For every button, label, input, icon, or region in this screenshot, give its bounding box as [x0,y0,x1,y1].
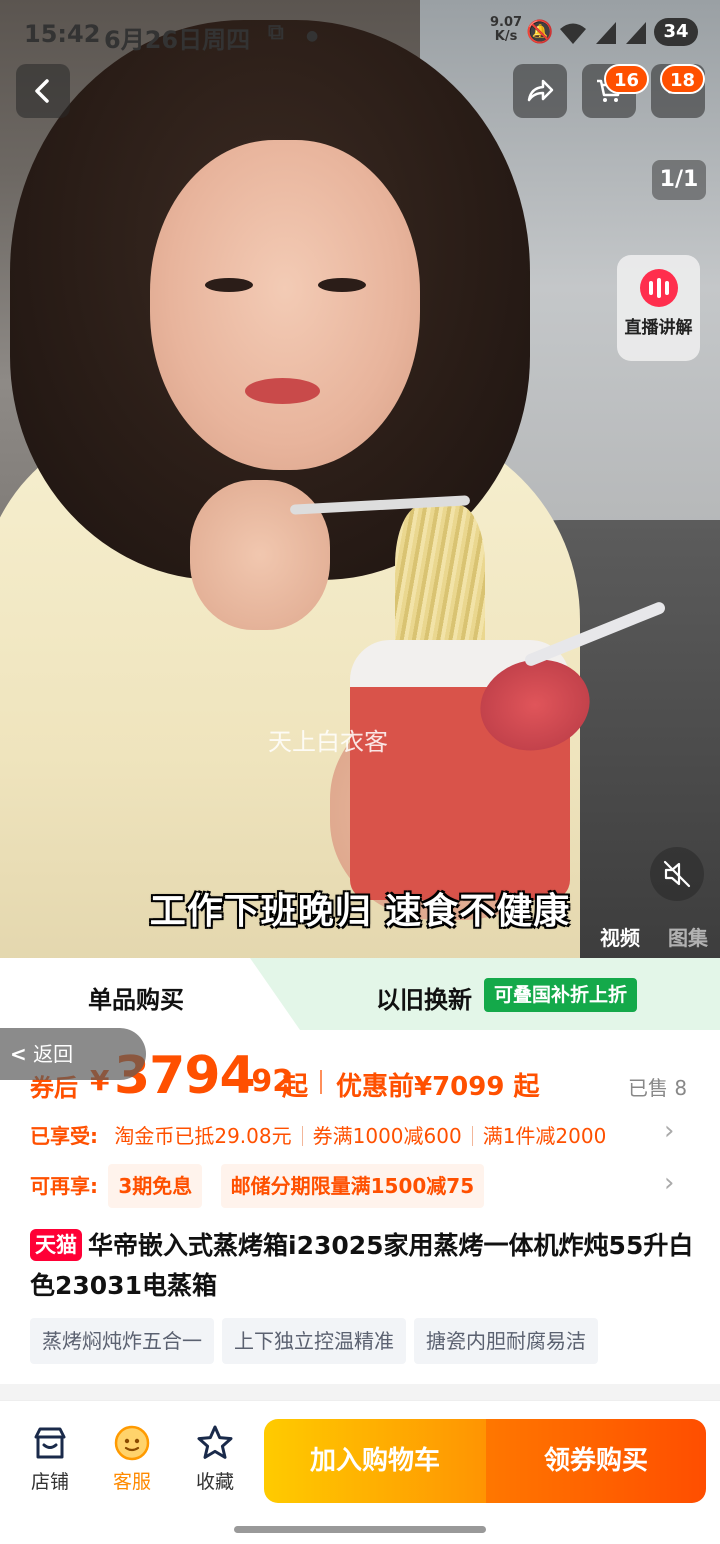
price-suffix: 起 [282,1072,309,1102]
gov-subsidy-tag: 可叠国补折上折 [484,978,638,1012]
network-speed: 9.07 K/s [490,15,523,44]
battery-indicator: 34 [654,18,698,46]
star-icon [197,1425,233,1459]
live-icon [639,269,678,307]
tab-trade-in[interactable]: 以旧换新 [376,980,472,1015]
return-button[interactable]: < 返回 [0,1028,146,1080]
signal-icon [594,20,618,52]
shop-icon [34,1427,66,1459]
add-to-cart-button[interactable]: 加入购物车 [264,1419,486,1503]
applied-discounts[interactable]: 已享受: 淘金币已抵29.08元 券满1000减600 满1件减2000 [30,1120,690,1149]
person-eye [318,278,366,292]
chevron-right-icon[interactable]: › [664,1168,674,1198]
customer-service-label: 客服 [112,1471,151,1493]
discount-item: 券满1000减600 [312,1124,462,1148]
chevron-left-icon [35,79,49,103]
screenshot-icon: ⧉ [268,20,284,45]
favorite-button[interactable]: 收藏 [180,1423,250,1494]
live-explain-button[interactable]: 直播讲解 [617,255,700,361]
feature-tag: 蒸烤焖炖炸五合一 [30,1318,214,1364]
cart-count-badge: 16 [604,64,650,94]
extra-offers-lead: 可再享: [30,1174,98,1198]
dot-icon: ● [306,28,319,44]
discount-item: 满1件减2000 [482,1124,607,1148]
person-eye [205,278,253,292]
customer-service-button[interactable]: 客服 [97,1423,167,1494]
customer-service-icon [114,1425,150,1461]
feature-tags: 蒸烤焖炖炸五合一 上下独立控温精准 搪瓷内胆耐腐易洁 [30,1318,710,1364]
original-price: 优惠前¥7099 起 [336,1072,540,1102]
buy-with-coupon-button[interactable]: 领券购买 [486,1419,706,1503]
status-time: 15:42 [24,20,101,48]
return-label: 返回 [33,1042,74,1066]
sold-count: 已售 8 [628,1076,688,1100]
discount-item: 淘金币已抵29.08元 [114,1124,292,1148]
shop-label: 店铺 [30,1471,69,1493]
person-hand [190,480,330,630]
media-pager: 1/1 [652,160,706,200]
live-explain-label: 直播讲解 [624,318,693,338]
section-divider [0,1384,720,1400]
tmall-badge: 天猫 [30,1229,82,1261]
speaker-muted-icon [663,860,691,888]
media-tabs: 视频 图集 [572,922,708,951]
signal-icon [624,20,648,52]
video-watermark: 天上白衣客 [268,728,388,756]
feature-tag: 搪瓷内胆耐腐易洁 [414,1318,598,1364]
chevron-right-icon[interactable]: › [664,1116,674,1146]
offer-chip: 3期免息 [108,1164,203,1208]
favorite-label: 收藏 [195,1471,234,1493]
wifi-icon [558,20,588,52]
offer-chip: 邮储分期限量满1500减75 [220,1164,485,1208]
mute-button[interactable] [650,847,704,901]
divider [471,1126,473,1146]
shop-button[interactable]: 店铺 [15,1423,85,1494]
divider [301,1126,303,1146]
status-date: 6月26日周四 [104,26,251,54]
product-title-text: 华帝嵌入式蒸烤箱i23025家用蒸烤一体机炸炖55升白色23031电蒸箱 [30,1231,694,1300]
person-lips [245,378,320,404]
message-count-badge: 18 [660,64,706,94]
extra-offers[interactable]: 可再享: 3期免息 邮储分期限量满1500减75 [30,1164,690,1208]
product-title: 天猫 华帝嵌入式蒸烤箱i23025家用蒸烤一体机炸炖55升白色23031电蒸箱 [30,1226,700,1306]
price-divider [320,1070,322,1094]
product-video[interactable]: 天上白衣客 工作下班晚归 速食不健康 [0,0,720,958]
tab-video[interactable]: 视频 [600,926,640,950]
mute-status-icon: 🔕 [526,20,554,45]
home-indicator[interactable] [234,1526,486,1533]
tab-single-purchase-label: 单品购买 [88,986,184,1014]
person-face [150,140,420,470]
applied-discounts-lead: 已享受: [30,1124,98,1148]
share-icon [527,79,554,102]
tab-gallery[interactable]: 图集 [668,926,708,950]
tab-single-purchase[interactable]: 单品购买 [0,958,300,1030]
feature-tag: 上下独立控温精准 [222,1318,406,1364]
chevron-left-icon: < [10,1042,27,1066]
status-bar: 15:42 6月26日周四 ⧉ ● 9.07 K/s 🔕 34 [0,0,720,68]
bottom-action-bar: 店铺 客服 收藏 加入购物车 领券购买 [0,1400,720,1544]
back-button[interactable] [16,64,70,118]
share-button[interactable] [513,64,567,118]
